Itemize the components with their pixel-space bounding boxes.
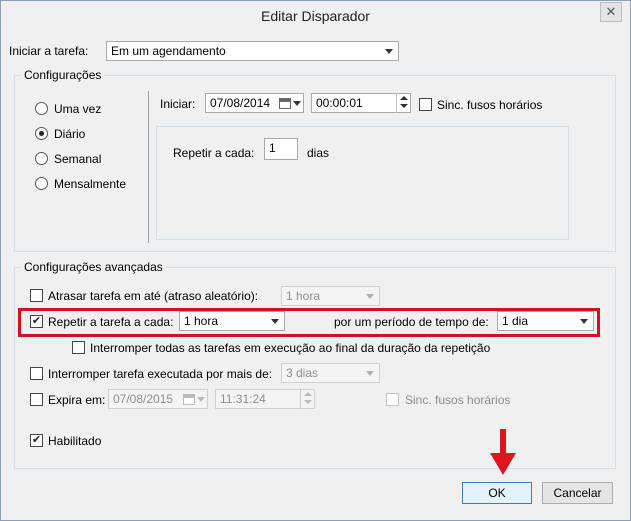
stop-longer-label: Interromper tarefa executada por mais de… [48, 367, 273, 381]
radio-monthly[interactable] [35, 177, 48, 190]
start-date-label: Iniciar: [160, 97, 196, 111]
close-icon: ✕ [605, 4, 617, 19]
expires-time-spinner[interactable] [300, 389, 314, 409]
cancel-button[interactable]: Cancelar [542, 482, 613, 504]
spin-down-icon [400, 104, 408, 108]
radio-weekly[interactable] [35, 152, 48, 165]
window-title: Editar Disparador [261, 8, 370, 24]
check-icon: ✔ [31, 315, 42, 327]
chevron-down-icon [293, 101, 301, 106]
spin-down-icon [304, 400, 312, 404]
stop-longer-value: 3 dias [286, 366, 319, 380]
chevron-down-icon [580, 319, 588, 324]
sync-timezones-label: Sinc. fusos horários [437, 98, 543, 112]
duration-value: 1 dia [502, 314, 529, 328]
spin-up-icon [304, 392, 312, 396]
start-date-value: 07/08/2014 [210, 96, 271, 110]
delay-checkbox[interactable] [30, 289, 43, 302]
stop-all-checkbox[interactable] [72, 341, 85, 354]
radio-monthly-label: Mensalmente [54, 177, 127, 191]
arrow-head [490, 453, 516, 475]
arrow-shaft [500, 429, 506, 457]
radio-weekly-label: Semanal [54, 152, 102, 166]
delay-select[interactable]: 1 hora [281, 286, 380, 306]
expires-label: Expira em: [48, 393, 106, 407]
repeat-every-value: 1 [269, 141, 276, 155]
stop-longer-select[interactable]: 3 dias [281, 363, 380, 383]
expires-sync-label: Sinc. fusos horários [405, 393, 511, 407]
advanced-settings-title: Configurações avançadas [21, 260, 166, 274]
radio-daily[interactable] [35, 127, 48, 140]
expires-date-value: 07/08/2015 [113, 392, 174, 406]
stop-all-label: Interromper todas as tarefas em execução… [90, 341, 491, 355]
calendar-icon [279, 98, 291, 109]
settings-group-title: Configurações [21, 68, 105, 82]
check-icon: ✔ [31, 434, 42, 446]
enabled-checkbox[interactable]: ✔ [30, 434, 43, 447]
radio-daily-label: Diário [54, 127, 86, 141]
edit-trigger-dialog: Editar Disparador ✕ Iniciar a tarefa: Em… [0, 0, 631, 521]
enabled-label: Habilitado [48, 434, 102, 448]
duration-label: por um período de tempo de: [334, 315, 489, 329]
calendar-icon [183, 394, 195, 405]
spin-up-icon [400, 96, 408, 100]
start-time-spinner[interactable] [396, 93, 410, 113]
sync-timezones-checkbox[interactable] [419, 98, 432, 111]
start-task-value: Em um agendamento [111, 44, 226, 58]
chevron-down-icon [271, 319, 279, 324]
recurrence-panel [156, 126, 569, 240]
repeat-every-unit: dias [307, 146, 330, 160]
start-task-label: Iniciar a tarefa: [9, 44, 89, 58]
delay-value: 1 hora [286, 289, 321, 303]
delay-label: Atrasar tarefa em até (atraso aleatório)… [48, 289, 259, 303]
repeat-interval-value: 1 hora [184, 314, 219, 328]
expires-sync-checkbox[interactable] [386, 393, 399, 406]
settings-divider [148, 91, 149, 243]
repeat-interval-select[interactable]: 1 hora [179, 311, 285, 331]
start-time-value: 00:00:01 [316, 96, 363, 110]
repeat-task-label: Repetir a tarefa a cada: [48, 315, 174, 329]
red-down-arrow-icon [490, 429, 516, 475]
radio-once-label: Uma vez [54, 102, 102, 116]
duration-select[interactable]: 1 dia [497, 311, 594, 331]
expires-checkbox[interactable] [30, 393, 43, 406]
repeat-task-checkbox[interactable]: ✔ [30, 315, 43, 328]
repeat-every-input[interactable]: 1 [264, 138, 298, 160]
expires-time-value: 11:31:24 [220, 392, 266, 406]
ok-button[interactable]: OK [462, 482, 532, 504]
chevron-down-icon [366, 371, 374, 376]
chevron-down-icon [385, 49, 393, 54]
title-bar: Editar Disparador ✕ [1, 1, 630, 31]
stop-longer-checkbox[interactable] [30, 367, 43, 380]
chevron-down-icon [197, 397, 205, 402]
radio-once[interactable] [35, 102, 48, 115]
repeat-every-label: Repetir a cada: [173, 146, 255, 160]
close-button[interactable]: ✕ [600, 2, 622, 22]
start-task-select[interactable]: Em um agendamento [106, 41, 399, 61]
chevron-down-icon [366, 294, 374, 299]
